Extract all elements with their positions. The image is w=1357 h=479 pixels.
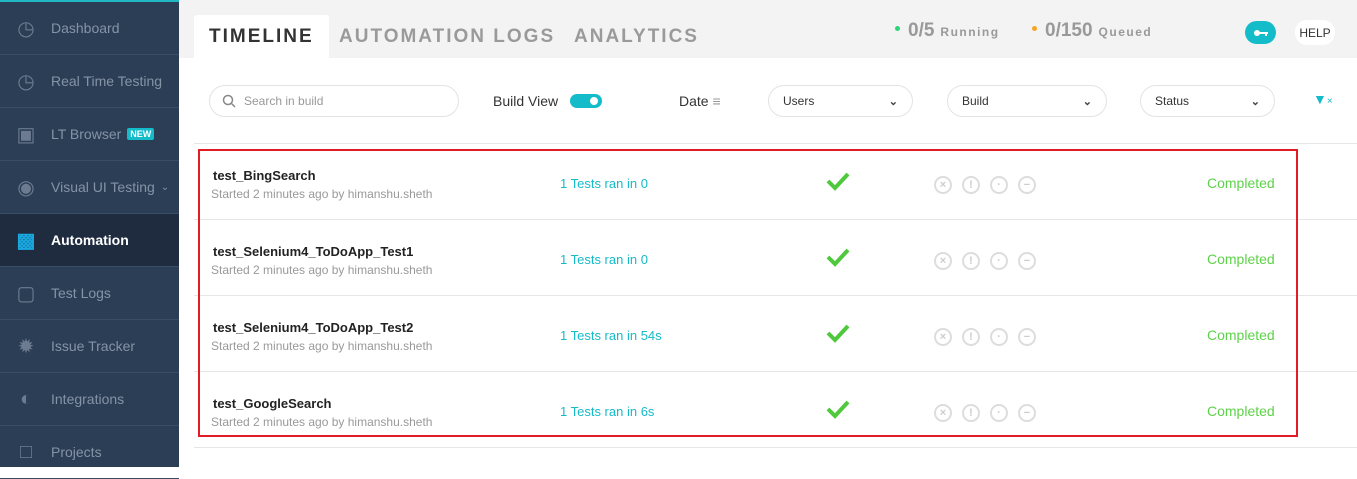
- chevron-down-icon: ⌄: [888, 95, 898, 108]
- new-badge: NEW: [127, 128, 155, 140]
- key-icon: [1253, 29, 1268, 36]
- running-stat: 0/5 Running: [895, 20, 1000, 42]
- queued-value: 0/150: [1045, 20, 1093, 41]
- sidebar-item-label: Visual UI Testing: [51, 179, 155, 195]
- sidebar-item-integrations[interactable]: ◐ Integrations: [0, 373, 179, 426]
- sidebar-item-real-time-testing[interactable]: ◷ Real Time Testing: [0, 55, 179, 108]
- search-input[interactable]: [244, 94, 434, 108]
- integrations-icon: ◐: [19, 387, 33, 410]
- build-select[interactable]: Build ⌄: [947, 85, 1107, 117]
- sidebar-item-label: Test Logs: [51, 285, 111, 301]
- folder-icon: □: [19, 440, 33, 463]
- sidebar-item-label: Integrations: [51, 391, 125, 407]
- clear-filter-button[interactable]: ▼×: [1313, 91, 1333, 107]
- tab-automation-logs[interactable]: AUTOMATION LOGS: [324, 15, 570, 58]
- chevron-down-icon: ⌄: [1250, 95, 1260, 108]
- close-icon: ×: [1326, 96, 1333, 107]
- build-value: Build: [962, 94, 989, 108]
- robot-icon: ▩: [16, 229, 36, 252]
- header: TIMELINE AUTOMATION LOGS ANALYTICS 0/5 Ru…: [179, 0, 1357, 58]
- sidebar-item-issue-tracker[interactable]: ✹ Issue Tracker: [0, 320, 179, 373]
- running-dot: [895, 26, 900, 31]
- help-button[interactable]: HELP: [1295, 20, 1335, 45]
- sidebar-item-label: Dashboard: [51, 20, 120, 36]
- divider: [194, 447, 1357, 448]
- gauge-icon: ◷: [17, 17, 35, 40]
- filter-icon: ▼: [1313, 91, 1327, 107]
- clock-icon: ◷: [17, 70, 35, 93]
- chevron-down-icon: ⌄: [160, 181, 170, 193]
- sort-icon: ≡: [712, 93, 721, 109]
- date-sort[interactable]: Date ≡: [679, 93, 721, 109]
- sidebar-item-projects[interactable]: □ Projects: [0, 426, 179, 479]
- sidebar-item-lt-browser[interactable]: ▣ LT Browser NEW: [0, 108, 179, 161]
- browser-icon: ▣: [16, 123, 36, 146]
- status-value: Status: [1155, 94, 1190, 108]
- highlight-box: [198, 149, 1298, 437]
- queued-label: Queued: [1098, 25, 1153, 39]
- sidebar-item-dashboard[interactable]: ◷ Dashboard: [0, 2, 179, 55]
- search-icon: [222, 94, 236, 108]
- sidebar-item-label: LT Browser: [51, 126, 122, 142]
- sidebar-item-label: Real Time Testing: [51, 73, 163, 89]
- queued-dot: [1032, 26, 1037, 31]
- date-label: Date: [679, 93, 709, 109]
- sidebar: ◷ Dashboard ◷ Real Time Testing ▣ LT Browser N…: [0, 0, 179, 479]
- chevron-down-icon: ⌄: [1082, 95, 1092, 108]
- status-select[interactable]: Status ⌄: [1140, 85, 1275, 117]
- build-view-label: Build View: [493, 93, 559, 109]
- access-key-button[interactable]: [1245, 21, 1276, 44]
- users-select[interactable]: Users ⌄: [768, 85, 913, 117]
- eye-icon: ◉: [17, 176, 35, 199]
- bug-icon: ✹: [17, 335, 35, 358]
- sidebar-item-visual-ui-testing[interactable]: ◉ Visual UI Testing ⌄: [0, 161, 179, 214]
- sidebar-item-label: Automation: [51, 232, 129, 248]
- sidebar-item-test-logs[interactable]: ▢ Test Logs: [0, 267, 179, 320]
- tab-analytics[interactable]: ANALYTICS: [559, 15, 714, 58]
- users-value: Users: [783, 94, 815, 108]
- sidebar-item-automation[interactable]: ▩ Automation: [0, 214, 179, 267]
- build-view-toggle[interactable]: [570, 94, 602, 108]
- tab-timeline[interactable]: TIMELINE: [194, 15, 329, 58]
- running-label: Running: [940, 25, 1000, 39]
- search-box[interactable]: [209, 85, 459, 117]
- box-icon: ▢: [16, 282, 36, 305]
- sidebar-item-label: Issue Tracker: [51, 338, 136, 354]
- queued-stat: 0/150 Queued: [1032, 20, 1152, 42]
- running-value: 0/5: [908, 20, 935, 41]
- sidebar-item-label: Projects: [51, 444, 102, 460]
